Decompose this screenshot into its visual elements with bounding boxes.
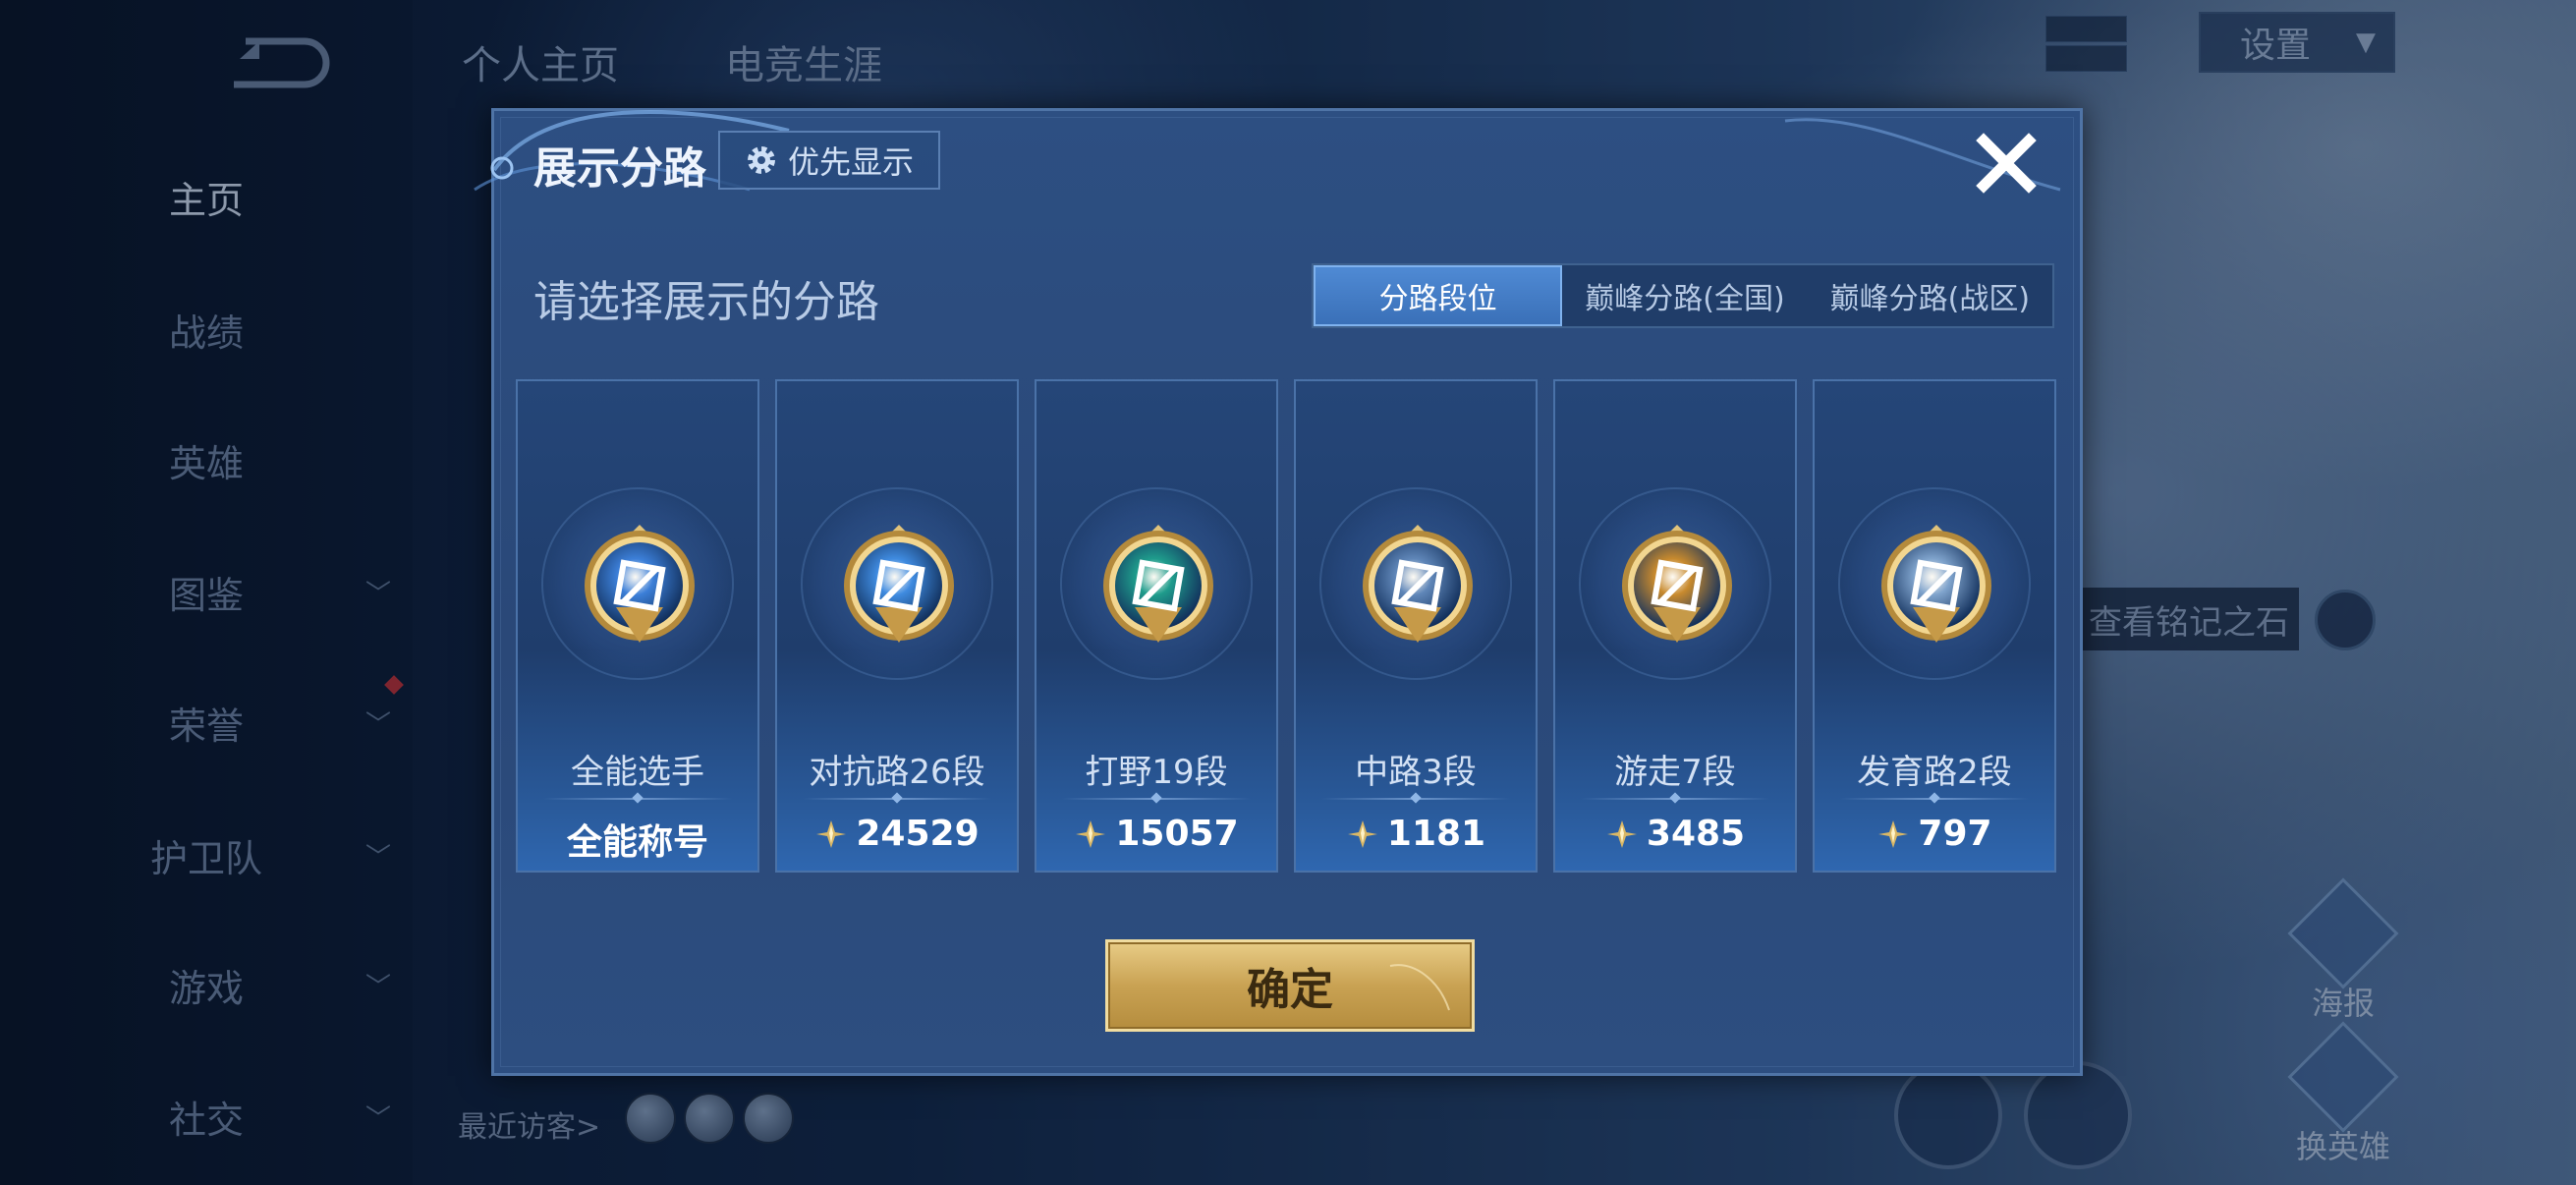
tab-lane-1[interactable]: 巅峰分路(全国) xyxy=(1562,265,1807,326)
swirl-decoration xyxy=(1389,964,1450,1011)
divider xyxy=(543,798,732,800)
lane-score: 全能称号 xyxy=(518,814,757,865)
lane-score: 24529 xyxy=(777,814,1017,854)
clash-lane-badge-icon xyxy=(844,525,954,643)
dialog-title: 展示分路 xyxy=(533,143,706,194)
lane-score-value: 15057 xyxy=(1115,814,1239,854)
confirm-label: 确定 xyxy=(1247,965,1333,1015)
gear-icon xyxy=(747,146,775,174)
lane-score-value: 24529 xyxy=(856,814,980,854)
lane-cards: 全能选手 全能称号 对抗路26段 24529 打野19段 15057 中路3段 1181 游走7… xyxy=(516,379,2056,873)
peak-points-icon xyxy=(1606,819,1637,848)
lane-card[interactable]: 打野19段 15057 xyxy=(1035,379,1278,873)
peak-points-icon xyxy=(1076,819,1106,848)
peak-points-icon xyxy=(1347,819,1377,848)
lane-score: 3485 xyxy=(1555,814,1795,854)
confirm-button[interactable]: 确定 xyxy=(1105,939,1475,1032)
priority-display-button[interactable]: 优先显示 xyxy=(718,131,940,190)
lane-card[interactable]: 对抗路26段 24529 xyxy=(775,379,1019,873)
priority-label: 优先显示 xyxy=(787,143,914,181)
peak-points-icon xyxy=(1878,819,1909,848)
lane-name: 游走7段 xyxy=(1614,753,1736,792)
roam-wings-badge-icon xyxy=(1622,525,1732,643)
lane-score-value: 797 xyxy=(1918,814,1992,854)
lane-score-value: 全能称号 xyxy=(566,822,708,863)
divider xyxy=(1321,798,1510,800)
peak-points-icon xyxy=(816,819,847,848)
lane-score: 15057 xyxy=(1036,814,1276,854)
dialog-subtitle: 请选择展示的分路 xyxy=(533,277,879,327)
lane-name: 对抗路26段 xyxy=(809,753,985,792)
farm-lane-badge-icon xyxy=(1881,525,1991,643)
lane-card[interactable]: 中路3段 1181 xyxy=(1294,379,1538,873)
lane-score-value: 1181 xyxy=(1386,814,1486,854)
lane-card[interactable]: 全能选手 全能称号 xyxy=(516,379,759,873)
lane-name: 中路3段 xyxy=(1355,753,1477,792)
lane-tabs: 分路段位 巅峰分路(全国) 巅峰分路(战区) xyxy=(1312,263,2054,328)
close-icon[interactable] xyxy=(1972,129,2041,198)
lane-score-value: 3485 xyxy=(1646,814,1746,854)
lane-name: 发育路2段 xyxy=(1857,753,2012,792)
divider xyxy=(1062,798,1251,800)
lane-name: 打野19段 xyxy=(1085,753,1228,792)
tab-lane-0[interactable]: 分路段位 xyxy=(1314,265,1563,326)
mid-lane-badge-icon xyxy=(1363,525,1473,643)
lane-score: 797 xyxy=(1815,814,2054,854)
tab-lane-2[interactable]: 巅峰分路(战区) xyxy=(1808,265,2052,326)
divider xyxy=(803,798,991,800)
allround-badge-icon xyxy=(585,525,695,643)
lane-display-dialog: 展示分路 优先显示 请选择展示的分路 分路段位 巅峰分路(全国) 巅峰分路(战区) … xyxy=(474,108,2083,1076)
divider xyxy=(1840,798,2029,800)
lane-card[interactable]: 发育路2段 797 xyxy=(1813,379,2056,873)
divider xyxy=(1581,798,1769,800)
lane-score: 1181 xyxy=(1296,814,1536,854)
lane-name: 全能选手 xyxy=(571,753,704,792)
lane-card[interactable]: 游走7段 3485 xyxy=(1553,379,1797,873)
jungle-dragon-badge-icon xyxy=(1103,525,1213,643)
